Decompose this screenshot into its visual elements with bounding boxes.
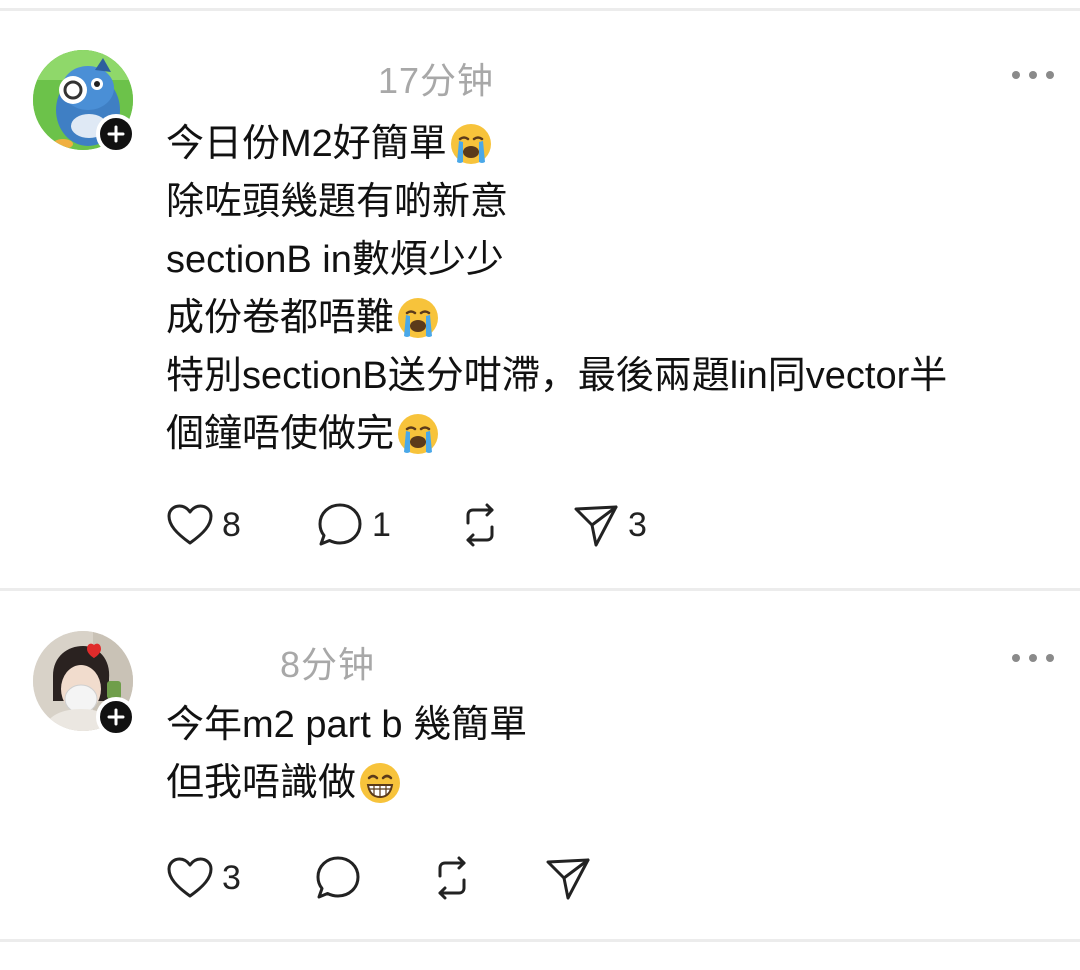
post-line: 特別sectionB送分咁滯，最後兩題lin同vector半	[166, 347, 1056, 405]
plus-icon	[107, 708, 125, 726]
more-options-button[interactable]	[1008, 648, 1058, 668]
post-line-text: 今年m2 part b 幾簡單	[166, 704, 528, 746]
post-line-text: sectionB in數煩少少	[166, 239, 504, 281]
loudly-crying-face-icon	[398, 298, 439, 338]
post-line: 今年m2 part b 幾簡單	[166, 696, 1056, 754]
post-line: sectionB in數煩少少	[166, 231, 1056, 289]
comment-bubble-icon	[318, 503, 362, 546]
post-actions: 8 1 3	[166, 500, 686, 550]
more-options-button[interactable]	[1008, 65, 1058, 85]
thread-post: 17分钟 今日份M2好簡單 除咗頭幾題有啲新意 sectionB in數煩少少	[0, 0, 1080, 590]
like-button[interactable]: 8	[166, 500, 241, 550]
send-icon	[574, 505, 618, 547]
post-line-text: 但我唔識做	[166, 762, 357, 804]
comment-count: 1	[372, 505, 391, 544]
comment-button[interactable]: 1	[316, 500, 391, 550]
bottom-divider	[0, 939, 1080, 942]
post-body: 今年m2 part b 幾簡單 但我唔識做	[166, 696, 1056, 812]
post-line: 成份卷都唔難	[166, 289, 1056, 347]
grinning-face-icon	[360, 763, 401, 803]
heart-icon	[167, 504, 213, 545]
follow-button[interactable]	[96, 697, 136, 737]
post-actions: 3	[166, 853, 626, 903]
comment-bubble-icon	[316, 856, 360, 899]
follow-button[interactable]	[96, 114, 136, 154]
share-button[interactable]: 3	[572, 500, 647, 550]
post-line: 除咗頭幾題有啲新意	[166, 173, 1056, 231]
comment-button[interactable]	[314, 853, 362, 903]
more-options-icon	[1012, 71, 1054, 79]
repost-icon	[466, 503, 494, 547]
repost-icon	[438, 856, 466, 900]
send-icon	[546, 858, 590, 900]
post-timestamp: 17分钟	[378, 60, 495, 101]
heart-icon	[167, 857, 213, 898]
like-button[interactable]: 3	[166, 853, 241, 903]
post-line-text: 特別sectionB送分咁滯，最後兩題lin同vector半	[166, 355, 948, 397]
post-line-text: 個鐘唔使做完	[166, 413, 395, 455]
post-line: 今日份M2好簡單	[166, 115, 1056, 173]
thread-post: 8分钟 今年m2 part b 幾簡單 但我唔識做 3	[0, 591, 1080, 941]
repost-button[interactable]	[456, 500, 504, 550]
post-line: 但我唔識做	[166, 754, 1056, 812]
loudly-crying-face-icon	[450, 124, 491, 164]
post-line-text: 除咗頭幾題有啲新意	[166, 181, 509, 223]
post-line-text: 成份卷都唔難	[166, 297, 395, 339]
more-options-icon	[1012, 654, 1054, 662]
post-timestamp: 8分钟	[280, 644, 376, 685]
plus-icon	[107, 125, 125, 143]
like-count: 8	[222, 505, 241, 544]
loudly-crying-face-icon	[398, 414, 439, 454]
share-count: 3	[628, 505, 647, 544]
like-count: 3	[222, 858, 241, 897]
post-line: 個鐘唔使做完	[166, 405, 1056, 463]
post-line-text: 今日份M2好簡單	[166, 123, 447, 165]
share-button[interactable]	[544, 853, 592, 903]
repost-button[interactable]	[428, 853, 476, 903]
post-body: 今日份M2好簡單 除咗頭幾題有啲新意 sectionB in數煩少少 成份卷都唔…	[166, 115, 1056, 463]
